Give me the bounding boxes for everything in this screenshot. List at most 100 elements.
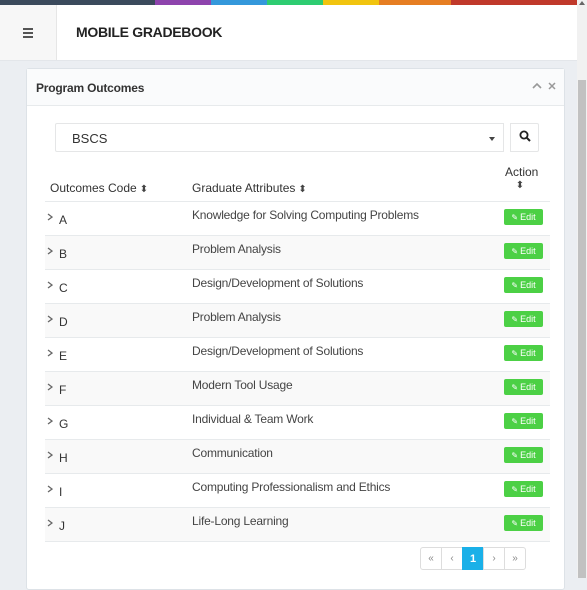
sort-icon: ⬍ [139, 184, 149, 195]
table-row[interactable]: J Life-Long Learning ✎ Edit [45, 508, 550, 542]
row-graduate-attribute: Problem Analysis [192, 310, 281, 324]
chevron-right-icon[interactable] [47, 382, 54, 394]
table-row[interactable]: F Modern Tool Usage ✎ Edit [45, 372, 550, 406]
hamburger-menu-icon [23, 28, 33, 38]
search-icon [519, 129, 531, 147]
row-graduate-attribute: Computing Professionalism and Ethics [192, 480, 391, 494]
program-outcomes-panel: Program Outcomes BSCS Outcomes Code ⬍ Gra… [26, 68, 565, 590]
column-header-attributes[interactable]: Graduate Attributes ⬍ [192, 181, 307, 195]
menu-toggle-button[interactable] [0, 5, 57, 60]
scroll-up-icon[interactable] [579, 1, 585, 5]
edit-button[interactable]: ✎ Edit [504, 243, 543, 259]
edit-button-label: Edit [520, 416, 536, 426]
edit-button[interactable]: ✎ Edit [504, 515, 543, 531]
row-outcome-code: J [59, 519, 65, 533]
pagination: « ‹ 1 › » [420, 547, 526, 570]
edit-icon: ✎ [511, 382, 519, 392]
table-row[interactable]: H Communication ✎ Edit [45, 440, 550, 474]
sort-icon: ⬍ [515, 180, 525, 191]
program-select[interactable]: BSCS [55, 123, 504, 152]
row-outcome-code: B [59, 247, 68, 261]
edit-button-label: Edit [520, 450, 536, 460]
row-graduate-attribute: Individual & Team Work [192, 412, 314, 426]
edit-button[interactable]: ✎ Edit [504, 209, 543, 225]
panel-tools [532, 79, 556, 93]
row-outcome-code: D [59, 315, 68, 329]
row-outcome-code: A [59, 213, 68, 227]
chevron-right-icon[interactable] [47, 348, 54, 360]
edit-button-label: Edit [520, 246, 536, 256]
search-button[interactable] [510, 123, 539, 152]
chevron-right-icon[interactable] [47, 246, 54, 258]
scrollbar-thumb[interactable] [578, 80, 586, 578]
table-row[interactable]: I Computing Professionalism and Ethics ✎ Ed… [45, 474, 550, 508]
table-row[interactable]: C Design/Development of Solutions ✎ Edit [45, 270, 550, 304]
table-row[interactable]: E Design/Development of Solutions ✎ Edit [45, 338, 550, 372]
page-scrollbar[interactable] [577, 0, 587, 578]
panel-header: Program Outcomes [27, 69, 564, 106]
edit-button-label: Edit [520, 484, 536, 494]
page-prev-button[interactable]: ‹ [441, 547, 463, 570]
edit-icon: ✎ [511, 518, 519, 528]
edit-icon: ✎ [511, 246, 519, 256]
edit-button[interactable]: ✎ Edit [504, 345, 543, 361]
row-outcome-code: C [59, 281, 68, 295]
row-graduate-attribute: Communication [192, 446, 273, 460]
app-title: MOBILE GRADEBOOK [76, 24, 223, 40]
edit-icon: ✎ [511, 450, 519, 460]
close-icon[interactable] [548, 79, 556, 93]
row-outcome-code: I [59, 485, 63, 499]
sort-icon: ⬍ [298, 184, 307, 195]
row-outcome-code: H [59, 451, 68, 465]
edit-button-label: Edit [520, 212, 536, 222]
edit-button-label: Edit [520, 280, 536, 290]
panel-title: Program Outcomes [36, 81, 145, 95]
table-row[interactable]: A Knowledge for Solving Computing Problem… [45, 202, 550, 236]
row-graduate-attribute: Design/Development of Solutions [192, 344, 364, 358]
chevron-right-icon[interactable] [47, 416, 54, 428]
edit-button-label: Edit [520, 314, 536, 324]
edit-button[interactable]: ✎ Edit [504, 447, 543, 463]
row-graduate-attribute: Problem Analysis [192, 242, 281, 256]
edit-button[interactable]: ✎ Edit [504, 413, 543, 429]
chevron-right-icon[interactable] [47, 212, 54, 224]
edit-button[interactable]: ✎ Edit [504, 277, 543, 293]
chevron-right-icon[interactable] [47, 518, 54, 530]
program-select-value: BSCS [72, 131, 108, 146]
row-graduate-attribute: Life-Long Learning [192, 514, 289, 528]
column-header-code[interactable]: Outcomes Code ⬍ [50, 181, 148, 195]
column-header-code-label: Outcomes Code [50, 181, 137, 195]
edit-button-label: Edit [520, 348, 536, 358]
table-row[interactable]: G Individual & Team Work ✎ Edit [45, 406, 550, 440]
column-header-action-label: Action [505, 165, 539, 179]
chevron-right-icon[interactable] [47, 314, 54, 326]
page-next-button[interactable]: › [483, 547, 505, 570]
table-row[interactable]: B Problem Analysis ✎ Edit [45, 236, 550, 270]
row-outcome-code: E [59, 349, 68, 363]
chevron-up-icon[interactable] [532, 79, 542, 93]
column-header-attributes-label: Graduate Attributes [192, 181, 296, 195]
edit-button-label: Edit [520, 382, 536, 392]
table-body: A Knowledge for Solving Computing Problem… [45, 202, 550, 542]
edit-button[interactable]: ✎ Edit [504, 481, 543, 497]
edit-icon: ✎ [511, 280, 519, 290]
chevron-right-icon[interactable] [47, 450, 54, 462]
page-first-button[interactable]: « [420, 547, 442, 570]
table-header: Outcomes Code ⬍ Graduate Attributes ⬍ Acti… [45, 165, 550, 202]
chevron-right-icon[interactable] [47, 484, 54, 496]
edit-button-label: Edit [520, 518, 536, 528]
row-outcome-code: F [59, 383, 67, 397]
edit-button[interactable]: ✎ Edit [504, 311, 543, 327]
edit-button[interactable]: ✎ Edit [504, 379, 543, 395]
edit-icon: ✎ [511, 314, 519, 324]
edit-icon: ✎ [511, 484, 519, 494]
page-current-button[interactable]: 1 [462, 547, 484, 570]
caret-down-icon [489, 137, 495, 141]
outcomes-table: Outcomes Code ⬍ Graduate Attributes ⬍ Acti… [45, 165, 550, 542]
column-header-action[interactable]: Action ⬍ [505, 165, 539, 193]
page-last-button[interactable]: » [504, 547, 526, 570]
edit-icon: ✎ [511, 416, 519, 426]
chevron-right-icon[interactable] [47, 280, 54, 292]
table-row[interactable]: D Problem Analysis ✎ Edit [45, 304, 550, 338]
row-graduate-attribute: Knowledge for Solving Computing Problems [192, 208, 419, 222]
